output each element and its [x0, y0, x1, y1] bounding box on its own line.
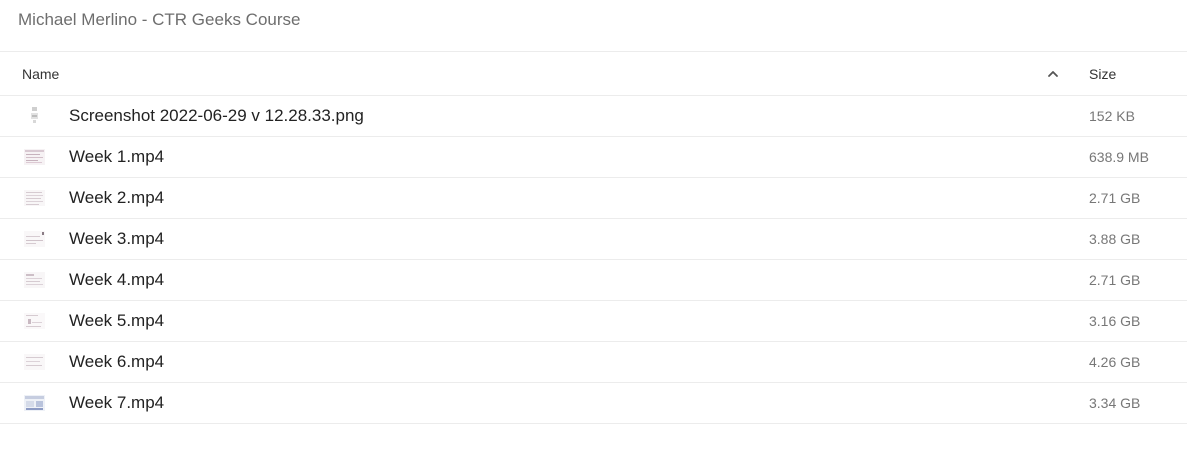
file-size: 3.34 GB	[1089, 395, 1141, 411]
name-column-header[interactable]: Name	[22, 66, 59, 82]
file-size: 2.71 GB	[1089, 272, 1141, 288]
file-size: 638.9 MB	[1089, 149, 1149, 165]
file-size: 2.71 GB	[1089, 190, 1141, 206]
file-size: 152 KB	[1089, 108, 1135, 124]
file-size: 4.26 GB	[1089, 354, 1141, 370]
table-row[interactable]: Week 1.mp4 638.9 MB	[0, 137, 1187, 178]
table-row[interactable]: Week 2.mp4 2.71 GB	[0, 178, 1187, 219]
video-thumbnail-icon	[24, 313, 45, 329]
size-column-header[interactable]: Size	[1089, 66, 1116, 82]
video-thumbnail-icon	[24, 395, 45, 411]
file-size: 3.16 GB	[1089, 313, 1141, 329]
file-table: Name Size Screenshot 2022-06-29 v 12.28.…	[0, 52, 1187, 424]
breadcrumb-title[interactable]: Michael Merlino - CTR Geeks Course	[18, 10, 300, 29]
file-name: Week 5.mp4	[69, 311, 165, 330]
breadcrumb: Michael Merlino - CTR Geeks Course	[0, 0, 1187, 52]
table-row[interactable]: Screenshot 2022-06-29 v 12.28.33.png 152…	[0, 96, 1187, 137]
video-thumbnail-icon	[24, 190, 45, 206]
video-thumbnail-icon	[24, 231, 45, 247]
chevron-up-icon[interactable]	[1046, 67, 1060, 81]
video-thumbnail-icon	[24, 272, 45, 288]
file-name: Screenshot 2022-06-29 v 12.28.33.png	[69, 106, 364, 125]
file-name: Week 2.mp4	[69, 188, 165, 207]
image-thumbnail-icon	[31, 107, 38, 123]
file-size: 3.88 GB	[1089, 231, 1141, 247]
file-name: Week 3.mp4	[69, 229, 165, 248]
table-row[interactable]: Week 3.mp4 3.88 GB	[0, 219, 1187, 260]
table-row[interactable]: Week 6.mp4 4.26 GB	[0, 342, 1187, 383]
file-name: Week 6.mp4	[69, 352, 165, 371]
file-name: Week 7.mp4	[69, 393, 165, 412]
file-name: Week 4.mp4	[69, 270, 165, 289]
table-row[interactable]: Week 7.mp4 3.34 GB	[0, 383, 1187, 424]
table-row[interactable]: Week 4.mp4 2.71 GB	[0, 260, 1187, 301]
table-row[interactable]: Week 5.mp4 3.16 GB	[0, 301, 1187, 342]
file-name: Week 1.mp4	[69, 147, 165, 166]
table-header: Name Size	[0, 52, 1187, 96]
video-thumbnail-icon	[24, 149, 45, 165]
video-thumbnail-icon	[24, 354, 45, 370]
